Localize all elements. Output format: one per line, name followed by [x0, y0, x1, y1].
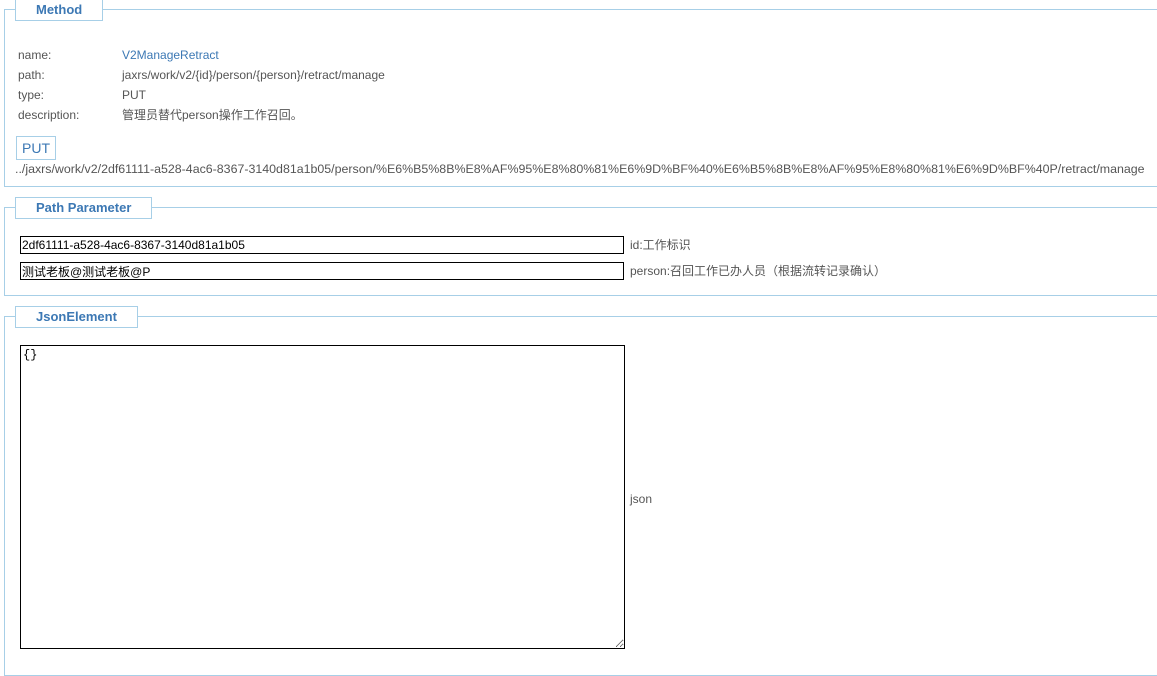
type-value: PUT	[122, 88, 146, 102]
method-legend: Method	[15, 0, 104, 21]
person-param-description: person:召回工作已办人员（根据流转记录确认）	[630, 264, 887, 278]
name-label: name:	[18, 48, 52, 62]
id-param-input[interactable]	[20, 236, 624, 254]
method-fieldset: Method name: V2ManageRetract path: jaxrs…	[4, 0, 1157, 187]
json-element-fieldset: JsonElement {} json	[4, 306, 1157, 676]
name-value: V2ManageRetract	[122, 48, 219, 62]
path-parameter-fieldset: Path Parameter id:工作标识 person:召回工作已办人员（根…	[4, 197, 1157, 296]
path-parameter-legend: Path Parameter	[15, 197, 153, 219]
json-body-textarea[interactable]: {}	[20, 345, 625, 649]
description-label: description:	[18, 108, 80, 122]
description-value: 管理员替代person操作工作召回。	[122, 108, 303, 122]
path-label: path:	[18, 68, 45, 82]
request-url: ../jaxrs/work/v2/2df61111-a528-4ac6-8367…	[15, 162, 1145, 176]
id-param-description: id:工作标识	[630, 238, 691, 252]
send-put-button[interactable]: PUT	[16, 136, 56, 160]
path-value: jaxrs/work/v2/{id}/person/{person}/retra…	[122, 68, 385, 82]
type-label: type:	[18, 88, 45, 102]
json-label: json	[630, 492, 653, 506]
json-element-legend: JsonElement	[15, 306, 138, 328]
person-param-input[interactable]	[20, 262, 624, 280]
